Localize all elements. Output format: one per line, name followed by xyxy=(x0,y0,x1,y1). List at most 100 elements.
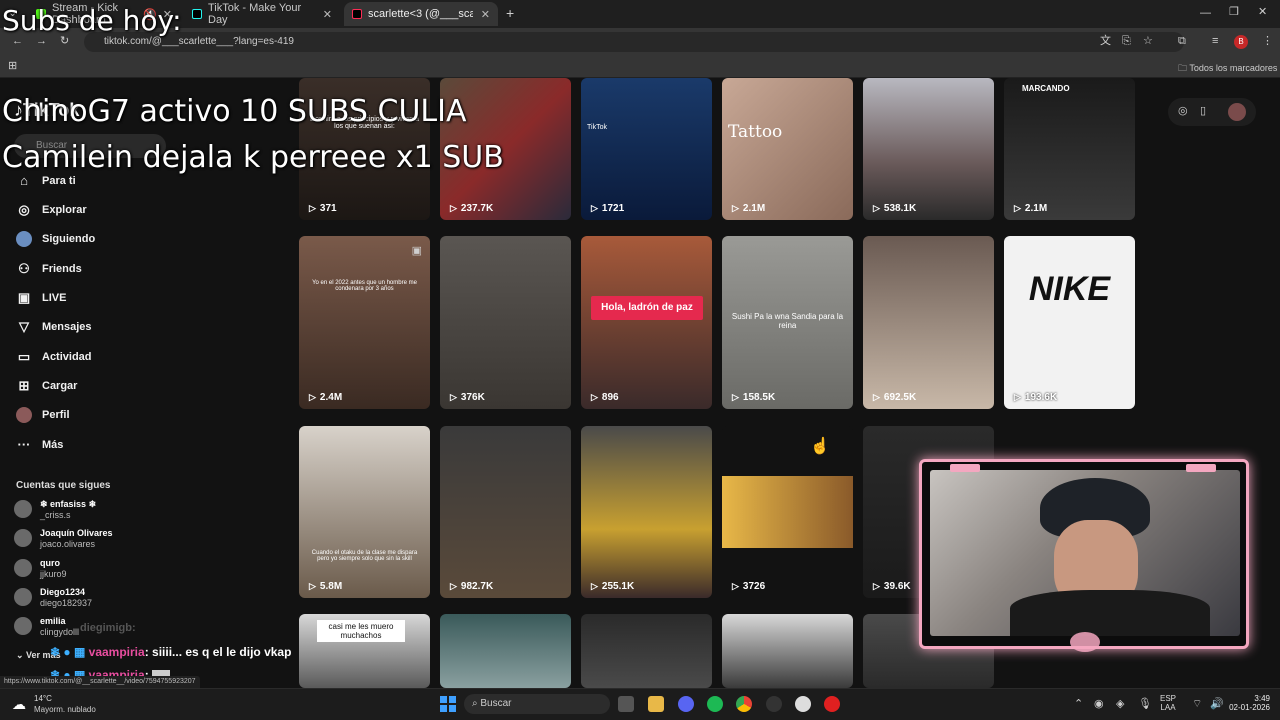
following-account[interactable]: ❄ enfasiss ❄ _criss.s xyxy=(14,499,96,521)
mascot-badge xyxy=(1070,632,1100,652)
back-icon[interactable]: ← xyxy=(12,36,23,47)
video-card[interactable] xyxy=(581,614,712,688)
reading-list-icon[interactable]: ≡ xyxy=(1212,36,1218,47)
sub-alert-line: ChinoG7 activo 10 SUBS CULIA xyxy=(2,94,467,129)
video-card[interactable]: Hola, ladrón de paz 896 xyxy=(581,236,712,409)
task-view-icon[interactable] xyxy=(618,696,634,712)
obs-icon[interactable] xyxy=(766,696,782,712)
tiktok-favicon-icon xyxy=(352,9,362,19)
nav-siguiendo[interactable]: Siguiendo xyxy=(16,231,95,247)
video-card[interactable]: casi me les muero muchachos xyxy=(299,614,430,688)
maximize-icon[interactable]: ❐ xyxy=(1229,7,1239,18)
app-icon[interactable] xyxy=(795,696,811,712)
video-card[interactable]: Sushi Pa la wna Sandia para la reina 158… xyxy=(722,236,853,409)
nav-cargar[interactable]: ⊞ Cargar xyxy=(16,378,78,394)
windows-start-icon[interactable] xyxy=(440,696,456,712)
file-explorer-icon[interactable] xyxy=(648,696,664,712)
following-account[interactable]: emilia clingydolll xyxy=(14,616,79,638)
video-card[interactable]: 692.5K xyxy=(863,236,994,409)
bookmarks-bar xyxy=(0,56,1280,78)
video-card[interactable]: 982.7K xyxy=(440,426,571,598)
profile-icon xyxy=(16,407,32,423)
chrome-menu-icon[interactable]: ⋮ xyxy=(1262,36,1273,47)
chat-message: diegimigb: xyxy=(80,622,136,634)
video-card[interactable]: 255.1K xyxy=(581,426,712,598)
home-icon: ⌂ xyxy=(20,173,28,188)
chat-badges-icon: ❄ ● ▦ xyxy=(50,645,89,659)
tab-tiktok-home[interactable]: TikTok - Make Your Day ✕ xyxy=(184,2,340,26)
device-icon[interactable]: ▯ xyxy=(1200,106,1206,117)
video-card[interactable]: 3726 xyxy=(722,426,853,598)
video-card[interactable]: Cuando el otaku de la clase me dispara p… xyxy=(299,426,430,598)
video-card[interactable]: Yo en el 2022 antes que un hombre me con… xyxy=(299,236,430,409)
nav-para-ti[interactable]: ⌂ Para ti xyxy=(16,173,76,188)
video-card[interactable]: Tattoo 2.1M xyxy=(722,78,853,220)
tray-chevron-icon[interactable]: ⌃ xyxy=(1074,699,1083,710)
messages-icon: ▽ xyxy=(19,319,29,334)
close-tab-icon[interactable]: ✕ xyxy=(481,8,490,21)
compass-small-icon[interactable]: ◎ xyxy=(1178,106,1188,117)
avatar xyxy=(14,617,32,635)
taskbar-search[interactable]: ⌕ Buscar xyxy=(464,694,610,714)
avatar xyxy=(14,529,32,547)
cast-icon[interactable]: ⎘ xyxy=(1122,36,1131,47)
compass-icon: ◎ xyxy=(18,202,30,217)
address-bar[interactable]: tiktok.com/@___scarlette___?lang=es-419 xyxy=(84,32,1184,52)
video-card[interactable]: MARCANDO 2.1M xyxy=(1004,78,1135,220)
translate-icon[interactable]: 文 xyxy=(1100,36,1111,47)
following-account[interactable]: Joaquín Olivares joaco.olivares xyxy=(14,528,113,550)
webcam-frame-accent xyxy=(950,464,980,472)
all-bookmarks-folder[interactable]: 🗀 Todos los marcadores xyxy=(1178,61,1277,77)
new-tab-button[interactable]: + xyxy=(506,6,514,20)
extensions-icon[interactable]: ⧉ xyxy=(1178,36,1186,47)
nav-actividad[interactable]: ▭ Actividad xyxy=(16,349,92,365)
nav-mas[interactable]: ··· Más xyxy=(16,437,64,452)
window-close-icon[interactable]: ✕ xyxy=(1258,7,1267,18)
nav-perfil[interactable]: Perfil xyxy=(16,407,70,423)
tray-app-icon[interactable]: ◈ xyxy=(1116,699,1124,710)
spotify-icon[interactable] xyxy=(707,696,723,712)
chrome-icon[interactable] xyxy=(736,696,752,712)
bookmark-star-icon[interactable]: ☆ xyxy=(1143,36,1153,47)
friends-icon: ⚇ xyxy=(18,261,30,276)
video-card[interactable]: NIKE 193.6K xyxy=(1004,236,1135,409)
video-card[interactable] xyxy=(440,614,571,688)
apps-grid-icon[interactable]: ⊞ xyxy=(8,61,17,72)
video-card[interactable]: 538.1K xyxy=(863,78,994,220)
user-avatar[interactable] xyxy=(1228,103,1246,121)
nav-live[interactable]: ▣ LIVE xyxy=(16,290,67,306)
streamer-body xyxy=(1010,590,1210,636)
following-section-title: Cuentas que sigues xyxy=(16,480,111,491)
weather-temp: 14°C xyxy=(34,694,52,703)
close-tab-icon[interactable]: ✕ xyxy=(323,8,332,21)
folder-icon: 🗀 xyxy=(1178,63,1190,73)
minimize-icon[interactable]: — xyxy=(1200,8,1211,19)
profile-avatar[interactable]: B xyxy=(1234,35,1248,49)
following-account[interactable]: quro jjkuro9 xyxy=(14,558,67,580)
recording-app-icon[interactable] xyxy=(824,696,840,712)
more-icon: ··· xyxy=(17,437,31,452)
following-account[interactable]: Diego1234 diego182937 xyxy=(14,587,92,609)
discord-icon[interactable] xyxy=(678,696,694,712)
taskbar-clock[interactable]: 3:49 02-01-2026 xyxy=(1226,694,1270,712)
video-card[interactable]: 376K xyxy=(440,236,571,409)
language-indicator[interactable]: ESP LAA xyxy=(1160,694,1176,712)
weather-icon[interactable]: ☁ xyxy=(12,696,26,713)
weather-desc: Mayorm. nublado xyxy=(34,705,96,714)
nav-friends[interactable]: ⚇ Friends xyxy=(16,261,82,277)
tray-app-icon[interactable]: ◉ xyxy=(1094,699,1104,710)
video-thumbnail xyxy=(722,476,853,548)
avatar xyxy=(14,559,32,577)
volume-icon[interactable]: 🔊 xyxy=(1210,699,1224,710)
nav-mensajes[interactable]: ▽ Mensajes xyxy=(16,319,92,335)
reload-icon[interactable]: ↻ xyxy=(60,36,69,47)
tab-scarlette-profile[interactable]: scarlette<3 (@___scarlette___) ✕ xyxy=(344,2,498,26)
forward-icon[interactable]: → xyxy=(36,36,47,47)
wifi-icon[interactable]: ⌔ xyxy=(1192,699,1202,710)
nav-explorar[interactable]: ◎ Explorar xyxy=(16,202,86,218)
chat-message: ❄ ● ▦ vaampiria: siiii... es q el le dij… xyxy=(50,645,292,659)
microphone-icon[interactable]: 🎙 xyxy=(1138,699,1152,710)
video-card[interactable]: TikTok 1721 xyxy=(581,78,712,220)
video-card[interactable] xyxy=(722,614,853,688)
chevron-down-icon: ⌄ xyxy=(16,650,27,660)
